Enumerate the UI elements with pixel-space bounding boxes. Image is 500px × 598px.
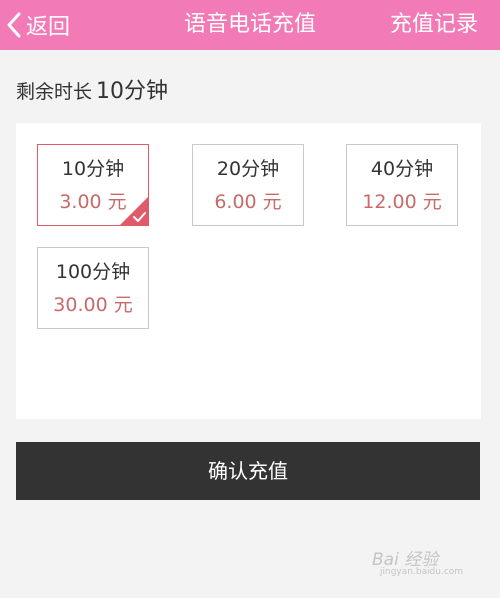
package-option-20min[interactable]: 20分钟 6.00 元 (192, 144, 304, 226)
chevron-left-icon (7, 12, 21, 38)
package-option-40min[interactable]: 40分钟 12.00 元 (346, 144, 458, 226)
selected-check-icon (120, 197, 148, 225)
recharge-history-link[interactable]: 充值记录 (390, 0, 478, 50)
package-price: 12.00 元 (362, 191, 442, 213)
package-price: 6.00 元 (214, 191, 282, 213)
remaining-time-label: 剩余时长 (16, 81, 93, 103)
package-minutes: 20分钟 (216, 158, 280, 180)
package-option-10min[interactable]: 10分钟 3.00 元 (37, 144, 149, 226)
remaining-time: 剩余时长 10分钟 (16, 73, 168, 105)
remaining-time-value: 10分钟 (96, 79, 169, 104)
confirm-recharge-button[interactable]: 确认充值 (16, 442, 480, 500)
top-nav-bar: 返回 语音电话充值 充值记录 (0, 0, 500, 50)
package-minutes: 100分钟 (55, 261, 131, 283)
package-minutes: 40分钟 (370, 158, 434, 180)
back-button[interactable]: 返回 (6, 0, 70, 50)
package-minutes: 10分钟 (61, 158, 125, 180)
watermark-sub: jingyan.baidu.com (380, 567, 464, 577)
package-option-100min[interactable]: 100分钟 30.00 元 (37, 247, 149, 329)
package-price: 30.00 元 (53, 294, 133, 316)
back-label: 返回 (26, 15, 71, 40)
package-panel: 10分钟 3.00 元 20分钟 6.00 元 40分钟 12.00 元 100… (16, 123, 481, 419)
baidu-jingyan-watermark: Bai 经验 jingyan.baidu.com (372, 541, 482, 581)
